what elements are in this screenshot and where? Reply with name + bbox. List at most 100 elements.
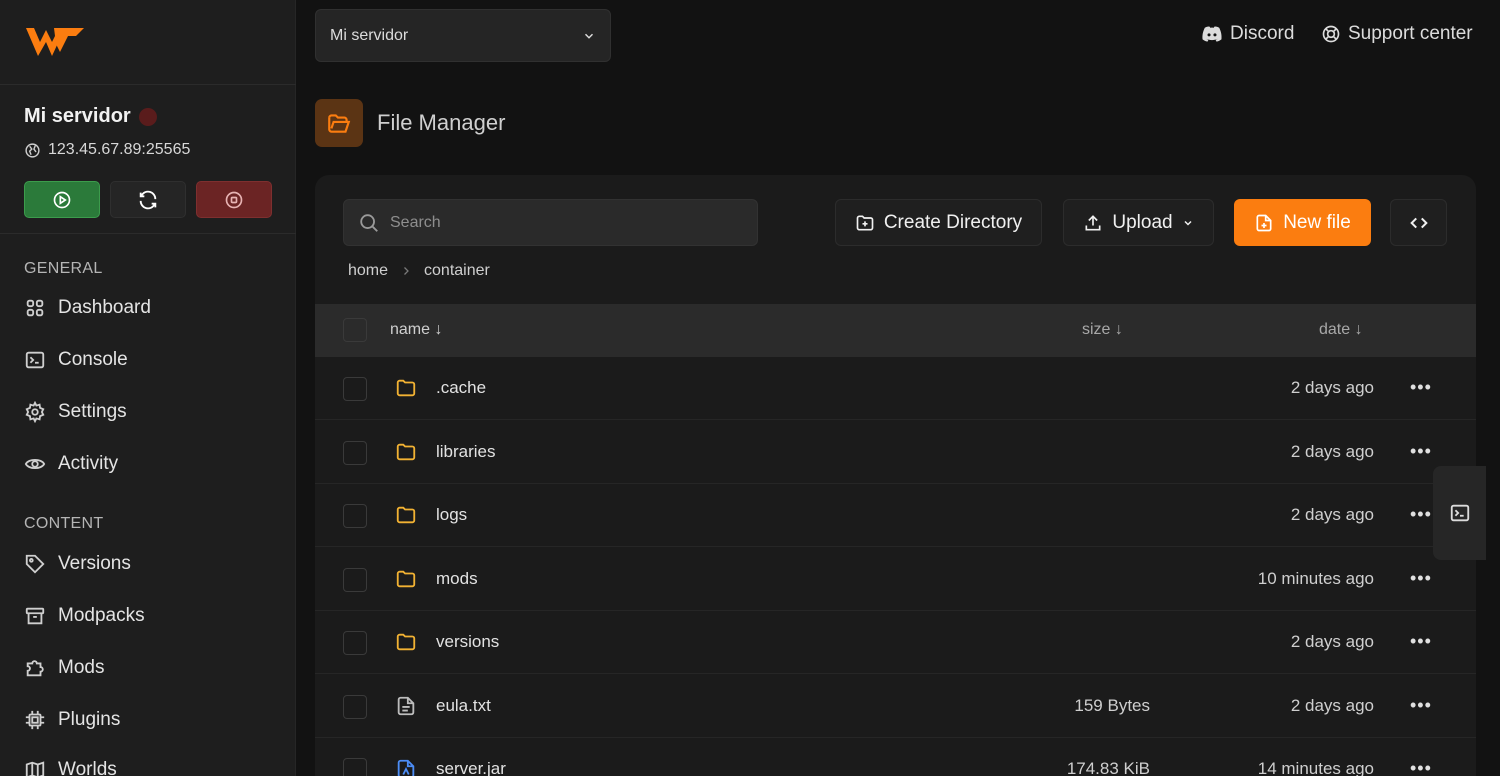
new-file-button[interactable]: New file: [1234, 199, 1371, 246]
support-center-link[interactable]: Support center: [1321, 23, 1473, 45]
sidebar-item-versions[interactable]: Versions: [24, 553, 131, 575]
date-column-header[interactable]: date ↓: [1319, 321, 1363, 339]
play-circle-icon: [53, 191, 71, 208]
file-size: 174.83 KiB: [1066, 759, 1150, 776]
sidebar-item-label: Versions: [58, 553, 131, 574]
search-input[interactable]: [390, 213, 750, 232]
file-date: 2 days ago: [1290, 378, 1374, 397]
sidebar-item-label: Activity: [58, 453, 119, 474]
java-file-icon: [395, 758, 417, 776]
start-button[interactable]: [24, 181, 100, 218]
divider: [0, 84, 296, 85]
table-row[interactable]: logs 2 days ago •••: [315, 484, 1476, 547]
console-drawer-toggle[interactable]: [1433, 466, 1486, 560]
section-content-label: CONTENT: [24, 515, 104, 532]
file-name[interactable]: logs: [436, 505, 467, 525]
more-actions-icon[interactable]: •••: [1410, 377, 1432, 398]
table-row[interactable]: versions 2 days ago •••: [315, 611, 1476, 674]
page-icon: [315, 99, 363, 147]
discord-link[interactable]: Discord: [1201, 23, 1294, 45]
server-select[interactable]: Mi servidor: [315, 9, 611, 62]
row-checkbox[interactable]: [343, 377, 367, 401]
sidebar-item-worlds[interactable]: Worlds: [24, 759, 117, 776]
breadcrumb-container[interactable]: container: [424, 262, 490, 280]
discord-icon: [1202, 26, 1222, 42]
select-all-checkbox[interactable]: [343, 318, 367, 342]
table-row[interactable]: server.jar 174.83 KiB 14 minutes ago •••: [315, 738, 1476, 776]
table-row[interactable]: libraries 2 days ago •••: [315, 421, 1476, 484]
file-plus-icon: [1256, 214, 1272, 231]
row-checkbox[interactable]: [343, 504, 367, 528]
sidebar-item-label: Console: [58, 349, 128, 370]
more-actions-icon[interactable]: •••: [1410, 758, 1432, 776]
row-checkbox[interactable]: [343, 758, 367, 776]
row-checkbox[interactable]: [343, 440, 367, 465]
file-name[interactable]: mods: [436, 569, 478, 589]
create-directory-button[interactable]: Create Directory: [835, 199, 1042, 246]
sidebar-item-activity[interactable]: Activity: [24, 453, 118, 475]
restart-button[interactable]: [110, 181, 186, 218]
table-row[interactable]: .cache 2 days ago •••: [315, 357, 1476, 420]
upload-button[interactable]: Upload: [1063, 199, 1214, 246]
sidebar-item-label: Modpacks: [58, 605, 145, 626]
sidebar-item-mods[interactable]: Mods: [24, 657, 104, 679]
size-column-header[interactable]: size ↓: [1082, 321, 1123, 339]
map-icon: [25, 761, 45, 776]
sidebar-item-label: Dashboard: [58, 297, 151, 318]
server-name-text: Mi servidor: [24, 105, 131, 127]
row-checkbox[interactable]: [343, 567, 367, 592]
chevron-right-icon: [404, 267, 409, 275]
file-date: 2 days ago: [1290, 505, 1374, 524]
more-actions-icon[interactable]: •••: [1410, 695, 1432, 716]
sidebar-item-modpacks[interactable]: Modpacks: [24, 605, 145, 627]
sidebar-item-console[interactable]: Console: [24, 349, 128, 371]
breadcrumb: home container: [348, 262, 490, 280]
new-file-label: New file: [1283, 211, 1351, 233]
row-checkbox[interactable]: [343, 694, 367, 719]
file-date: 2 days ago: [1290, 695, 1374, 715]
table-header: name ↓ size ↓ date ↓: [315, 304, 1476, 357]
section-general-label: GENERAL: [24, 260, 103, 277]
tag-icon: [25, 554, 45, 574]
support-label: Support center: [1348, 23, 1473, 44]
cpu-icon: [25, 710, 45, 730]
file-name[interactable]: libraries: [436, 442, 496, 462]
table-row[interactable]: mods 10 minutes ago •••: [315, 548, 1476, 611]
more-actions-icon[interactable]: •••: [1410, 441, 1432, 462]
file-name[interactable]: .cache: [436, 378, 486, 398]
file-name[interactable]: server.jar: [436, 759, 506, 776]
folder-plus-icon: [856, 215, 874, 230]
folder-icon: [395, 504, 417, 526]
terminal-icon: [25, 351, 45, 369]
file-date: 2 days ago: [1290, 441, 1374, 461]
table-row[interactable]: eula.txt 159 Bytes 2 days ago •••: [315, 675, 1476, 738]
file-date: 2 days ago: [1290, 632, 1374, 651]
upload-icon: [1085, 214, 1101, 230]
stop-button[interactable]: [196, 181, 272, 218]
sidebar-item-plugins[interactable]: Plugins: [24, 709, 120, 731]
gear-icon: [25, 401, 45, 423]
sidebar-item-settings[interactable]: Settings: [24, 401, 127, 423]
more-actions-icon[interactable]: •••: [1410, 504, 1432, 525]
file-name[interactable]: eula.txt: [436, 696, 491, 716]
server-name: Mi servidor: [24, 105, 157, 128]
more-actions-icon[interactable]: •••: [1410, 568, 1432, 589]
sidebar-item-label: Plugins: [58, 709, 121, 730]
row-checkbox[interactable]: [343, 631, 367, 655]
file-name[interactable]: versions: [436, 632, 499, 652]
search-box[interactable]: [343, 199, 758, 246]
network-icon: [25, 142, 40, 158]
file-date: 10 minutes ago: [1257, 568, 1374, 588]
file-date: 14 minutes ago: [1257, 759, 1374, 776]
breadcrumb-home[interactable]: home: [348, 262, 388, 280]
server-address[interactable]: 123.45.67.89:25565: [24, 141, 190, 159]
name-column-header[interactable]: name ↓: [390, 321, 442, 339]
brand-logo[interactable]: [24, 22, 86, 62]
sidebar: Mi servidor 123.45.67.89:25565 GENERAL D…: [0, 0, 296, 776]
folder-icon: [395, 631, 417, 653]
folder-icon: [395, 441, 417, 463]
code-editor-button[interactable]: [1390, 199, 1447, 246]
folder-icon: [395, 377, 417, 399]
sidebar-item-dashboard[interactable]: Dashboard: [24, 297, 151, 319]
more-actions-icon[interactable]: •••: [1410, 631, 1432, 652]
